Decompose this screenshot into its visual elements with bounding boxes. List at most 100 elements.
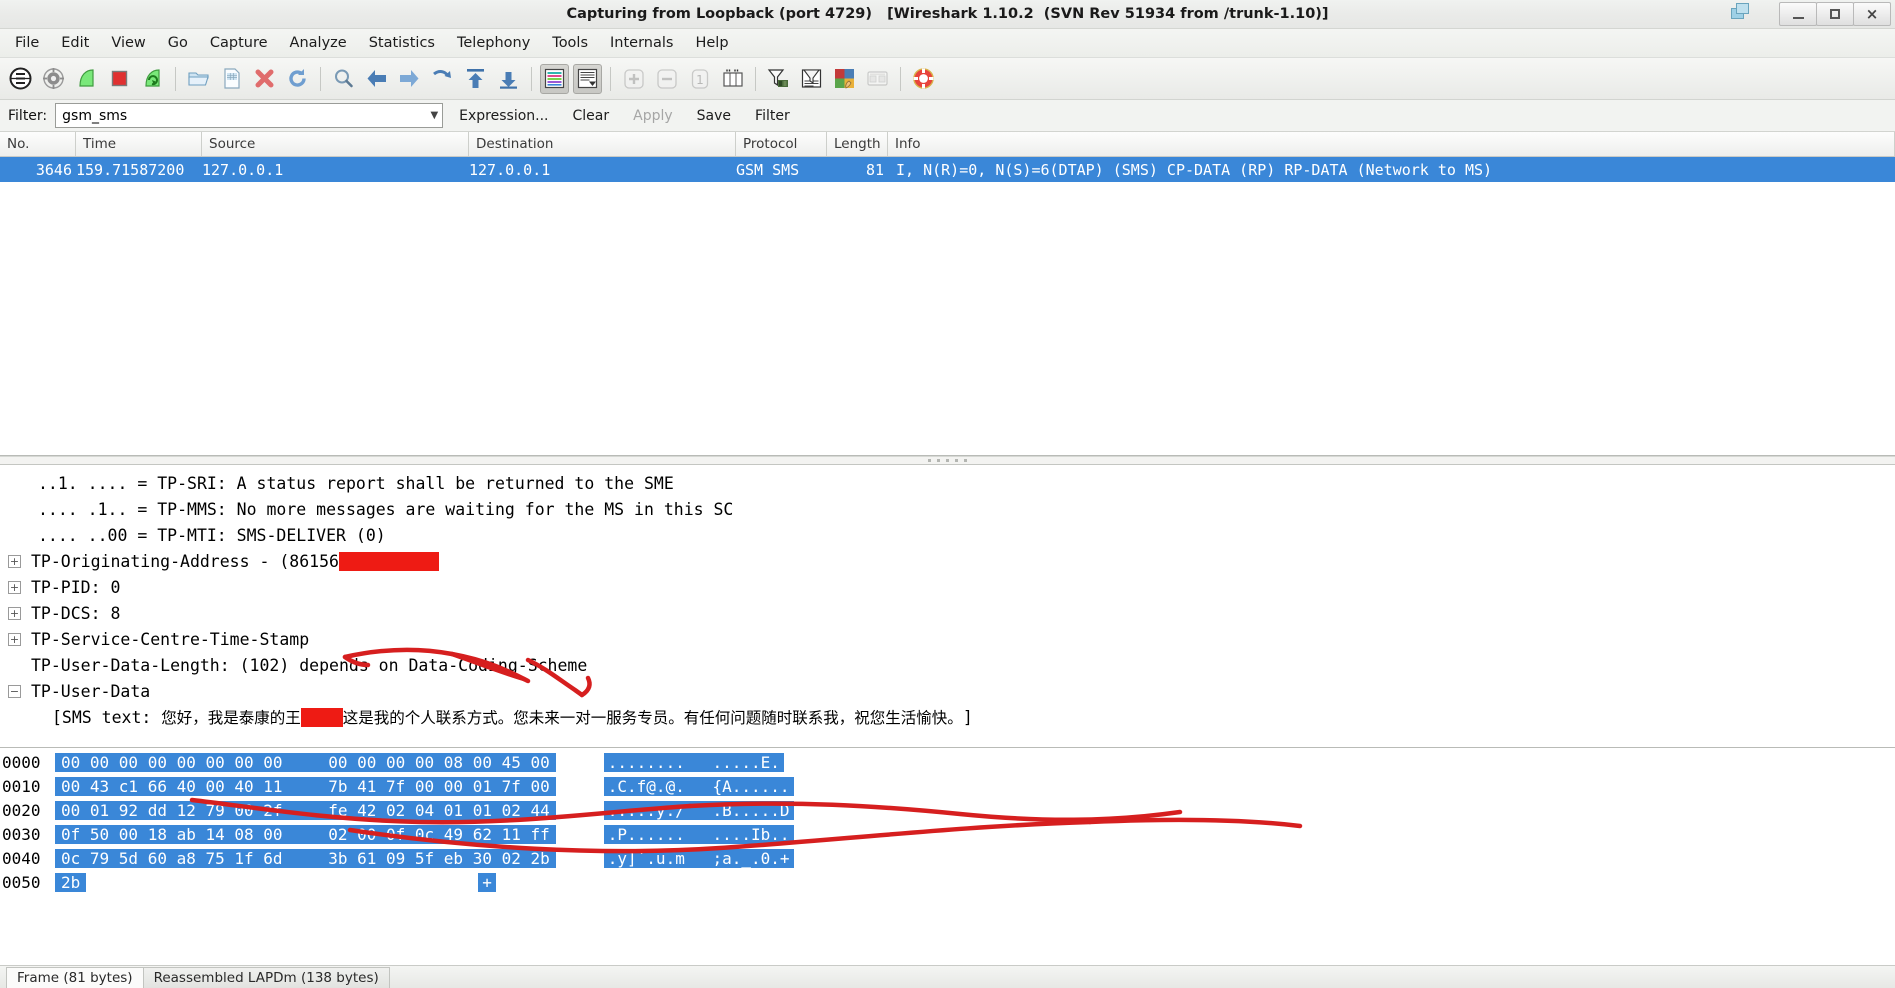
- menu-telephony[interactable]: Telephony: [446, 31, 541, 55]
- hex-row[interactable]: 0010 00 43 c1 66 40 00 40 11 7b 41 7f 00…: [0, 774, 1895, 798]
- toolbar-separator: [610, 66, 611, 91]
- stop-capture-icon[interactable]: [105, 64, 134, 94]
- column-header-time[interactable]: Time: [76, 132, 202, 156]
- sms-text-prefix: [SMS text:: [52, 707, 162, 727]
- detail-row-tp-pid[interactable]: + TP-PID: 0: [0, 574, 1895, 600]
- column-header-info[interactable]: Info: [888, 132, 1895, 156]
- filter-apply-button[interactable]: Apply: [625, 105, 681, 127]
- hex-ascii-left: +: [478, 872, 496, 892]
- capture-options-icon[interactable]: [39, 64, 68, 94]
- menu-go[interactable]: Go: [157, 31, 199, 55]
- filter-expression-button[interactable]: Expression...: [451, 105, 556, 127]
- expander-plus-icon[interactable]: +: [8, 580, 21, 594]
- filter-input[interactable]: [56, 104, 407, 127]
- filter-save-button[interactable]: Save: [689, 105, 739, 127]
- cell-protocol: GSM SMS: [736, 160, 800, 179]
- reload-icon[interactable]: [283, 64, 312, 94]
- pane-splitter-top[interactable]: [0, 456, 1895, 465]
- hex-row[interactable]: 0030 0f 50 00 18 ab 14 08 00 02 00 0f 0c…: [0, 822, 1895, 846]
- redaction-block-name: [300, 707, 343, 727]
- detail-row-tp-user-data[interactable]: − TP-User-Data: [0, 678, 1895, 704]
- main-toolbar: 1: [0, 58, 1895, 100]
- menu-file[interactable]: File: [4, 31, 50, 55]
- chevron-down-icon[interactable]: ▼: [430, 104, 438, 127]
- detail-row-sms-text[interactable]: [SMS text: 您好，我是泰康的王 这是我的个人联系方式。您未来一对一服务…: [0, 704, 1895, 730]
- display-filters-icon[interactable]: [797, 64, 826, 94]
- close-file-icon[interactable]: [250, 64, 279, 94]
- go-last-packet-icon[interactable]: [494, 64, 523, 94]
- coloring-rules-icon[interactable]: [830, 64, 859, 94]
- expander-plus-icon[interactable]: +: [8, 606, 21, 620]
- zoom-out-icon[interactable]: [652, 64, 681, 94]
- go-first-packet-icon[interactable]: [461, 64, 490, 94]
- expander-minus-icon[interactable]: −: [8, 684, 21, 698]
- menu-internals[interactable]: Internals: [599, 31, 684, 55]
- interfaces-icon[interactable]: [6, 64, 35, 94]
- go-to-packet-icon[interactable]: [428, 64, 457, 94]
- tab-reassembled-lapdm[interactable]: Reassembled LAPDm (138 bytes): [142, 967, 390, 988]
- help-icon[interactable]: [909, 64, 938, 94]
- packet-list[interactable]: 3646 159.71587200 127.0.0.1 127.0.0.1 GS…: [0, 157, 1895, 456]
- expander-plus-icon[interactable]: +: [8, 554, 21, 568]
- detail-row-tp-originating-address[interactable]: + TP-Originating-Address - (86156: [0, 548, 1895, 574]
- capture-filters-icon[interactable]: [764, 64, 793, 94]
- hex-row[interactable]: 0040 0c 79 5d 60 a8 75 1f 6d 3b 61 09 5f…: [0, 846, 1895, 870]
- restart-capture-icon[interactable]: [138, 64, 167, 94]
- go-forward-icon[interactable]: [395, 64, 424, 94]
- detail-row-tp-service-centre-time-stamp[interactable]: + TP-Service-Centre-Time-Stamp: [0, 626, 1895, 652]
- hex-row[interactable]: 0050 2b +: [0, 870, 1895, 894]
- hex-offset: 0010: [2, 776, 41, 796]
- column-header-length[interactable]: Length: [827, 132, 888, 156]
- menu-capture[interactable]: Capture: [199, 31, 279, 55]
- detail-row-tp-mms[interactable]: .... .1.. = TP-MMS: No more messages are…: [0, 496, 1895, 522]
- column-header-protocol[interactable]: Protocol: [736, 132, 827, 156]
- resize-columns-icon[interactable]: [718, 64, 747, 94]
- packet-bytes-pane[interactable]: 0000 00 00 00 00 00 00 00 00 00 00 00 00…: [0, 747, 1895, 965]
- filter-manage-button[interactable]: Filter: [747, 105, 798, 127]
- hex-bytes-right: 7b 41 7f 00 00 01 7f 00: [322, 776, 556, 796]
- filter-clear-button[interactable]: Clear: [565, 105, 618, 127]
- zoom-normal-icon[interactable]: 1: [685, 64, 714, 94]
- menu-help[interactable]: Help: [684, 31, 739, 55]
- go-back-icon[interactable]: [362, 64, 391, 94]
- detail-row-label: TP-Originating-Address - (86156: [31, 551, 339, 571]
- hex-ascii-left: .....y./: [603, 800, 689, 820]
- colorize-icon[interactable]: [540, 63, 569, 94]
- column-header-source[interactable]: Source: [202, 132, 469, 156]
- tab-frame[interactable]: Frame (81 bytes): [6, 967, 144, 988]
- hex-row[interactable]: 0020 00 01 92 dd 12 79 00 2f fe 42 02 04…: [0, 798, 1895, 822]
- detail-row-tp-dcs[interactable]: + TP-DCS: 8: [0, 600, 1895, 626]
- filter-combo[interactable]: ▼: [55, 103, 444, 128]
- menu-analyze[interactable]: Analyze: [279, 31, 358, 55]
- open-file-icon[interactable]: [184, 64, 213, 94]
- detail-row-tp-mti[interactable]: .... ..00 = TP-MTI: SMS-DELIVER (0): [0, 522, 1895, 548]
- menu-tools[interactable]: Tools: [541, 31, 599, 55]
- minimize-button[interactable]: [1779, 2, 1817, 26]
- detail-row-label: TP-DCS: 8: [31, 603, 121, 623]
- save-file-icon[interactable]: [217, 64, 246, 94]
- menu-statistics[interactable]: Statistics: [358, 31, 446, 55]
- hex-ascii-left: .C.f@.@.: [603, 776, 689, 796]
- table-row[interactable]: 3646 159.71587200 127.0.0.1 127.0.0.1 GS…: [0, 157, 1895, 182]
- find-packet-icon[interactable]: [329, 64, 358, 94]
- expander-plus-icon[interactable]: +: [8, 632, 21, 646]
- autoscroll-icon[interactable]: [573, 63, 602, 94]
- window-title: Capturing from Loopback (port 4729) [Wir…: [566, 6, 1329, 22]
- detail-row-tp-sri[interactable]: ..1. .... = TP-SRI: A status report shal…: [0, 470, 1895, 496]
- zoom-in-icon[interactable]: [619, 64, 648, 94]
- sms-text-cjk-before: 您好，我是泰康的王: [161, 709, 301, 727]
- start-capture-icon[interactable]: [72, 64, 101, 94]
- restore-windows-icon[interactable]: [1730, 1, 1758, 27]
- maximize-button[interactable]: [1816, 2, 1854, 26]
- hex-row[interactable]: 0000 00 00 00 00 00 00 00 00 00 00 00 00…: [0, 750, 1895, 774]
- packet-detail-pane[interactable]: ..1. .... = TP-SRI: A status report shal…: [0, 465, 1895, 747]
- hex-bytes-left: 0c 79 5d 60 a8 75 1f 6d: [55, 848, 289, 868]
- preferences-icon[interactable]: [863, 64, 892, 94]
- column-header-destination[interactable]: Destination: [469, 132, 736, 156]
- status-bar: Frame (81 bytes) Reassembled LAPDm (138 …: [0, 965, 1895, 988]
- detail-row-tp-user-data-length[interactable]: TP-User-Data-Length: (102) depends on Da…: [0, 652, 1895, 678]
- column-header-no[interactable]: No.: [0, 132, 76, 156]
- menu-edit[interactable]: Edit: [50, 31, 100, 55]
- close-button[interactable]: ×: [1853, 2, 1891, 26]
- menu-view[interactable]: View: [100, 31, 156, 55]
